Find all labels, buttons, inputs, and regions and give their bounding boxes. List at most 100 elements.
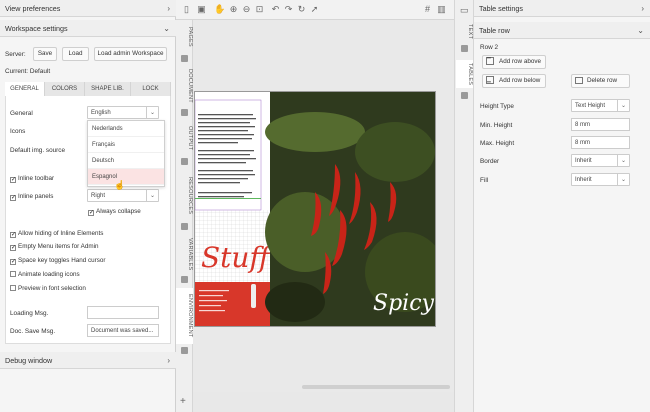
vtab-environment[interactable]: ENVIRONMENT [176,288,193,344]
dropdown-option[interactable]: Français [88,137,164,153]
view-preferences-title: View preferences [5,4,61,13]
checkbox-empty-icon [10,285,16,291]
variables-icon [181,276,188,283]
debug-window-header[interactable]: Debug window › [0,352,176,369]
min-height-label: Min. Height [480,122,513,129]
add-icon[interactable]: + [180,396,186,407]
zoom-in-icon[interactable]: ⊕ [228,4,239,15]
chevron-down-icon: ⌄ [163,24,170,33]
tab-lock[interactable]: LOCK [131,82,171,96]
inline-toolbar-label: Inline toolbar [18,175,55,182]
chevron-right-icon: › [641,4,644,13]
output-icon [181,158,188,165]
height-type-select[interactable]: Text Height ⌄ [571,99,630,112]
save-button[interactable]: Save [33,47,57,61]
option-checkbox[interactable]: ✓ Space key toggles Hand cursor [10,257,106,265]
checkbox-check-icon: ✓ [10,177,17,183]
checkbox-empty-icon [10,271,16,277]
min-height-input[interactable]: 8 mm [571,118,630,131]
option-checkbox[interactable]: Animate loading icons [10,271,80,278]
doc-save-msg-input[interactable]: Document was saved... [87,324,159,337]
table-settings-panel: Table settings › Table row ⌄ Row 2 ▔ Add… [474,0,650,412]
pointer-icon[interactable]: ➚ [309,4,320,15]
always-collapse-label: Always collapse [96,208,141,215]
server-label: Server: [5,51,26,58]
file-icon[interactable]: ▯ [181,4,192,15]
add-row-below-button[interactable]: ▁ Add row below [482,74,546,88]
tab-colors[interactable]: COLORS [45,82,85,96]
add-row-above-label: Add row above [499,58,542,65]
table-row-header[interactable]: Table row ⌄ [474,22,650,39]
option-label: Preview in font selection [18,285,86,292]
load-button[interactable]: Load [62,47,89,61]
border-select[interactable]: Inherit ⌄ [571,154,630,167]
redo-icon[interactable]: ↷ [283,4,294,15]
vtab-document[interactable]: DOCUMENT [176,66,193,106]
fill-select[interactable]: Inherit ⌄ [571,173,630,186]
save-icon[interactable]: ▣ [196,4,207,15]
add-row-above-button[interactable]: ▔ Add row above [482,55,546,69]
vtab-text[interactable]: TEXT [456,22,473,42]
zoom-out-icon[interactable]: ⊖ [241,4,252,15]
option-checkbox[interactable]: ✓ Empty Menu items for Admin [10,243,99,251]
grid-icon[interactable]: # [422,4,433,15]
inline-toolbar-checkbox[interactable]: ✓ Inline toolbar [10,175,54,183]
current-workspace-label: Current: Default [5,68,51,75]
language-select[interactable]: English ⌄ [87,106,159,119]
left-panel: View preferences › Workspace settings ⌄ … [0,0,176,412]
chevron-down-icon: ⌄ [146,107,158,118]
pages-icon [181,55,188,62]
delete-row-button[interactable]: Delete row [571,74,630,88]
hand-icon[interactable]: ✋ [214,4,225,15]
always-collapse-checkbox[interactable]: ✓ Always collapse [88,208,141,216]
workspace-settings-header[interactable]: Workspace settings ⌄ [0,20,176,37]
border-label: Border [480,158,500,165]
language-select-value: English [91,110,111,116]
settings-tabs: GENERAL COLORS SHAPE LIB. LOCK [5,82,171,96]
height-type-value: Text Height [575,103,606,109]
vtab-tables[interactable]: TABLES [456,60,473,88]
document-icon [181,109,188,116]
border-value: Inherit [575,158,592,164]
inline-panels-label: Inline panels [18,193,54,200]
chevron-right-icon: › [167,4,170,13]
general-label: General [10,110,33,117]
loading-msg-label: Loading Msg. [10,310,49,317]
page-artwork: Stuff Spicy [195,92,435,326]
add-row-below-label: Add row below [499,77,541,84]
vtab-variables[interactable]: VARIABLES [176,233,193,275]
comment-icon[interactable]: ▭ [460,5,469,16]
vtab-output[interactable]: OUTPUT [176,121,193,155]
view-preferences-header[interactable]: View preferences › [0,0,176,17]
loading-msg-input[interactable] [87,306,159,319]
undo-icon[interactable]: ↶ [270,4,281,15]
document-page[interactable]: Stuff Spicy [194,91,436,327]
vtab-resources[interactable]: RESOURCES [176,172,193,220]
checkbox-check-icon: ✓ [10,232,17,238]
tab-general[interactable]: GENERAL [5,82,45,96]
dropdown-option[interactable]: Deutsch [88,153,164,169]
chevron-down-icon: ⌄ [617,174,629,185]
max-height-input[interactable]: 8 mm [571,136,630,149]
refresh-icon[interactable]: ↻ [296,4,307,15]
checkbox-check-icon: ✓ [88,210,95,216]
fit-page-icon[interactable]: ⊡ [254,4,265,15]
dropdown-option-hovered[interactable]: Espagnol [88,169,164,185]
option-checkbox[interactable]: Preview in font selection [10,285,86,292]
columns-icon[interactable]: ▥ [436,4,447,15]
default-img-source-label: Default img. source [10,147,66,154]
load-admin-workspace-button[interactable]: Load admin Workspace [94,47,167,61]
pepper-mill-shape [251,284,256,308]
tab-shape-lib[interactable]: SHAPE LIB. [85,82,131,96]
page-spicy-title: Spicy [373,291,435,316]
row-below-icon: ▁ [486,76,494,84]
inline-panels-checkbox[interactable]: ✓ Inline panels [10,193,53,201]
option-checkbox[interactable]: ✓ Allow hiding of Inline Elements [10,230,103,238]
main-toolbar: ▯ ▣ ✋ ⊕ ⊖ ⊡ ↶ ↷ ↻ ➚ # ▥ [176,0,454,20]
inline-panels-select-value: Right [91,193,106,199]
vtab-pages[interactable]: PAGES [176,24,193,50]
table-settings-header[interactable]: Table settings › [474,0,650,17]
dropdown-option[interactable]: Nederlands [88,121,164,137]
horizontal-scrollbar[interactable] [302,385,450,389]
chevron-down-icon: ⌄ [146,190,158,201]
